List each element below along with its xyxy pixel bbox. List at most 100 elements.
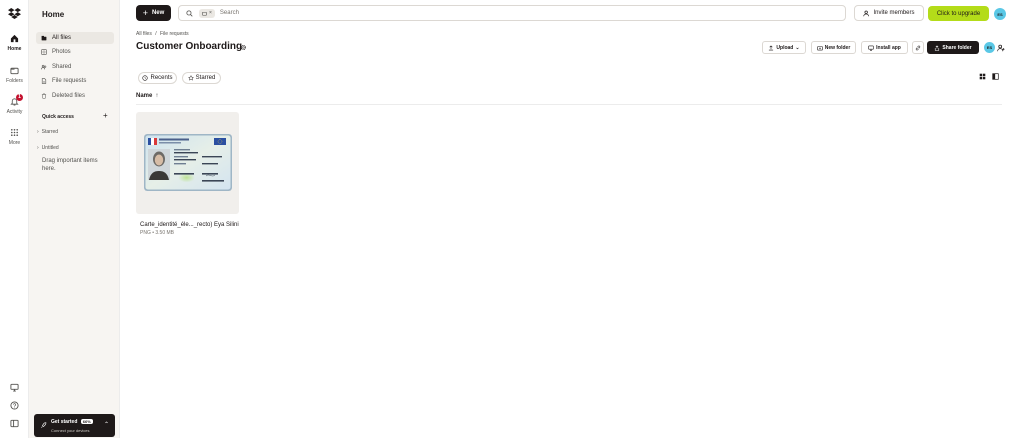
breadcrumb: All files / File requests xyxy=(136,31,191,37)
rocket-icon xyxy=(41,422,47,428)
folder-icon xyxy=(202,11,207,16)
search-icon xyxy=(186,9,193,17)
rail-activity[interactable]: 1 Activity xyxy=(0,94,29,115)
sidebar-item-file-requests[interactable]: File requests xyxy=(36,75,114,87)
avatar[interactable]: ES xyxy=(994,8,1006,20)
home-icon xyxy=(10,34,19,43)
collapse-sidebar-icon[interactable] xyxy=(10,419,19,428)
add-quick-access-button[interactable]: + xyxy=(103,111,108,120)
quick-access-untitled[interactable]: › Untitled xyxy=(37,145,59,151)
files-icon xyxy=(41,35,47,41)
file-request-icon xyxy=(41,78,47,84)
new-folder-label: New folder xyxy=(824,44,851,51)
get-started-percent: 66% xyxy=(80,419,93,424)
gear-icon[interactable] xyxy=(240,44,247,51)
install-app-button[interactable]: Install app xyxy=(861,41,908,54)
plus-icon: + xyxy=(142,8,148,18)
get-started-title: Get started 66% xyxy=(51,419,93,425)
rail-home[interactable]: Home xyxy=(0,34,29,52)
breadcrumb-all-files[interactable]: All files xyxy=(136,31,152,37)
rail-home-label: Home xyxy=(7,46,22,52)
sidebar-item-deleted-files[interactable]: Deleted files xyxy=(36,90,114,102)
upgrade-button[interactable]: Click to upgrade xyxy=(928,6,989,21)
dropbox-logo-icon[interactable] xyxy=(8,8,21,19)
quick-access-untitled-label: Untitled xyxy=(41,145,59,151)
rail-folders-label: Folders xyxy=(6,78,23,84)
chevron-down-icon: ⌄ xyxy=(795,44,800,51)
dropbox-app: Home Folders 1 Activity More Home All fi… xyxy=(0,0,1024,438)
manage-members-icon[interactable] xyxy=(997,44,1005,52)
name-column-header[interactable]: Name ↑ xyxy=(136,93,158,99)
rail-more[interactable]: More xyxy=(0,128,29,146)
invite-members-label: Invite members xyxy=(873,10,915,16)
sidebar-title: Home xyxy=(42,10,65,19)
details-panel-icon[interactable] xyxy=(992,73,999,80)
chevron-up-icon[interactable]: ⌃ xyxy=(104,421,109,428)
divider xyxy=(136,104,1002,105)
folder-plus-icon xyxy=(817,45,823,50)
sidebar-item-photos[interactable]: Photos xyxy=(36,46,114,58)
recents-filter[interactable]: Recents xyxy=(138,72,177,84)
chevron-right-icon: › xyxy=(37,129,39,135)
sidebar-item-label: Shared xyxy=(52,64,72,70)
file-meta: PNG • 3.50 MB xyxy=(140,230,174,236)
new-button[interactable]: + New xyxy=(136,5,171,21)
avatar-initials: ES xyxy=(997,11,1003,17)
get-started-panel[interactable]: Get started 66% Connect your devices ⌃ xyxy=(34,414,115,437)
starred-label: Starred xyxy=(195,75,216,81)
get-started-subtitle: Connect your devices xyxy=(51,428,90,433)
search-scope-chip[interactable]: × xyxy=(199,8,215,18)
quick-access-starred[interactable]: › Starred xyxy=(37,129,58,135)
file-thumbnail xyxy=(144,134,232,191)
file-card[interactable] xyxy=(136,112,239,214)
sidebar-item-label: Photos xyxy=(52,49,71,55)
breadcrumb-file-requests[interactable]: File requests xyxy=(160,31,189,37)
person-add-icon xyxy=(863,10,870,16)
star-icon xyxy=(187,75,194,81)
help-icon[interactable] xyxy=(10,401,19,410)
link-icon xyxy=(915,45,921,50)
sidebar-item-all-files[interactable]: All files xyxy=(36,32,114,44)
share-icon xyxy=(935,45,940,51)
new-folder-button[interactable]: New folder xyxy=(811,41,856,54)
chevron-right-icon: › xyxy=(37,145,39,151)
file-name[interactable]: Carte_identité_éle..._recto) Eya Silini xyxy=(140,222,239,228)
close-icon[interactable]: × xyxy=(209,10,212,16)
member-avatar[interactable]: ES xyxy=(984,42,995,53)
get-started-label: Get started xyxy=(51,419,78,425)
member-avatar-initials: ES xyxy=(986,45,993,50)
sidebar-item-label: All files xyxy=(52,35,72,41)
upload-icon xyxy=(769,44,774,50)
search-input[interactable]: × Search xyxy=(178,5,846,21)
rail-activity-label: Activity xyxy=(6,109,23,115)
icon-rail: Home Folders 1 Activity More xyxy=(0,0,29,438)
sort-arrow-icon: ↑ xyxy=(155,93,159,99)
sidebar-item-label: File requests xyxy=(52,78,87,84)
folder-icon xyxy=(10,67,19,75)
name-column-label: Name xyxy=(136,93,153,99)
starred-filter[interactable]: Starred xyxy=(182,72,221,84)
invite-members-button[interactable]: Invite members xyxy=(854,5,924,21)
sidebar: Home All files Photos Shared File reques… xyxy=(29,0,120,438)
quick-access-hint: Drag important items here. xyxy=(42,158,98,172)
upload-button[interactable]: Upload ⌄ xyxy=(762,41,806,54)
new-button-label: New xyxy=(151,10,165,16)
quick-access-heading: Quick access xyxy=(42,114,74,120)
desktop-app-icon[interactable] xyxy=(10,383,19,392)
share-folder-label: Share folder xyxy=(942,44,972,51)
shared-icon xyxy=(41,64,47,70)
clock-icon xyxy=(142,75,149,81)
upload-label: Upload xyxy=(776,44,794,51)
search-placeholder: Search xyxy=(219,10,239,16)
share-folder-button[interactable]: Share folder xyxy=(927,41,979,54)
rail-folders[interactable]: Folders xyxy=(0,66,29,84)
upgrade-label: Click to upgrade xyxy=(936,10,981,17)
copy-link-button[interactable] xyxy=(912,41,924,54)
trash-icon xyxy=(41,93,47,99)
grid-view-icon[interactable] xyxy=(979,73,986,80)
recents-label: Recents xyxy=(150,75,173,81)
monitor-icon xyxy=(868,45,874,51)
sidebar-item-shared[interactable]: Shared xyxy=(36,61,114,73)
quick-access-starred-label: Starred xyxy=(41,129,59,135)
photos-icon xyxy=(41,49,47,55)
